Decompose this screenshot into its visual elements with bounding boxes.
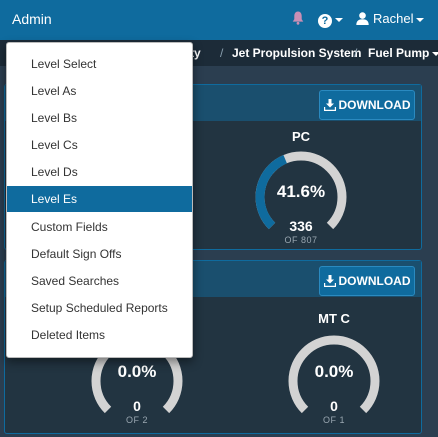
gauge-percent: 0.0% bbox=[314, 362, 354, 381]
menu-item-level-bs[interactable]: Level Bs bbox=[7, 105, 192, 131]
download-icon bbox=[323, 99, 336, 112]
menu-item-label: Default Sign Offs bbox=[31, 247, 122, 261]
menu-item-level-ds[interactable]: Level Ds bbox=[7, 159, 192, 185]
breadcrumb-item-fuel-pump[interactable]: Fuel Pump bbox=[368, 46, 438, 60]
menu-item-label: Level As bbox=[31, 84, 77, 98]
menu-item-level-as[interactable]: Level As bbox=[7, 78, 192, 104]
gauge-count: 0 bbox=[330, 398, 338, 414]
download-icon bbox=[323, 275, 336, 288]
menu-item-label: Saved Searches bbox=[31, 274, 120, 288]
user-menu[interactable]: Rachel bbox=[356, 11, 425, 26]
download-button[interactable]: DOWNLOAD bbox=[319, 90, 415, 120]
gauge-total: OF 2 bbox=[125, 415, 148, 425]
gauge-count: 336 bbox=[289, 218, 313, 234]
gauge-total: OF 1 bbox=[322, 415, 345, 425]
menu-item-level-es[interactable]: Level Es bbox=[7, 186, 192, 212]
menu-item-level-cs[interactable]: Level Cs bbox=[7, 132, 192, 158]
caret-down-icon bbox=[416, 17, 425, 22]
user-icon bbox=[356, 12, 369, 25]
user-name: Rachel bbox=[373, 11, 414, 26]
menu-item-default-sign-offs[interactable]: Default Sign Offs bbox=[7, 241, 192, 267]
menu-item-level-select[interactable]: Level Select bbox=[7, 51, 192, 77]
gauge-mt-c: MT C 0.0% 0 OF 1 bbox=[284, 311, 384, 431]
breadcrumb-separator: / bbox=[354, 46, 358, 60]
help-menu[interactable]: ? bbox=[318, 11, 343, 28]
menu-item-label: Level Ds bbox=[31, 165, 78, 179]
breadcrumb-item-jet-propulsion[interactable]: Jet Propulsion System bbox=[232, 46, 361, 60]
menu-item-label: Custom Fields bbox=[31, 220, 108, 234]
menu-item-label: Level Bs bbox=[31, 111, 78, 125]
download-label: DOWNLOAD bbox=[338, 98, 411, 112]
download-button[interactable]: DOWNLOAD bbox=[319, 266, 415, 296]
menu-item-deleted-items[interactable]: Deleted Items bbox=[7, 322, 192, 348]
gauge-percent: 0.0% bbox=[117, 362, 157, 381]
gauge-pc: PC 41.6% 336 OF 807 bbox=[251, 127, 351, 247]
admin-menu[interactable]: Admin bbox=[12, 11, 52, 27]
menu-item-label: Deleted Items bbox=[31, 328, 106, 342]
gauge-count: 0 bbox=[133, 398, 141, 414]
caret-down-icon bbox=[335, 18, 343, 23]
gauge-title: PC bbox=[291, 129, 311, 144]
menu-item-label: Level Cs bbox=[31, 138, 78, 152]
top-navbar: Admin ? Rachel bbox=[0, 0, 438, 41]
gauge-percent: 41.6% bbox=[276, 182, 326, 201]
breadcrumb-separator: / bbox=[220, 46, 224, 60]
menu-item-label: Level Select bbox=[31, 57, 97, 71]
question-circle-icon: ? bbox=[318, 14, 332, 28]
menu-item-custom-fields[interactable]: Custom Fields bbox=[7, 214, 192, 240]
caret-down-icon bbox=[432, 51, 438, 56]
gauge-total: OF 807 bbox=[284, 235, 318, 245]
menu-item-label: Setup Scheduled Reports bbox=[31, 301, 168, 315]
menu-item-label: Level Es bbox=[31, 192, 78, 206]
menu-item-setup-scheduled-reports[interactable]: Setup Scheduled Reports bbox=[7, 295, 192, 321]
bell-icon[interactable] bbox=[292, 11, 304, 25]
menu-item-saved-searches[interactable]: Saved Searches bbox=[7, 268, 192, 294]
admin-dropdown-menu: Level Select Level As Level Bs Level Cs … bbox=[6, 42, 193, 358]
download-label: DOWNLOAD bbox=[338, 274, 411, 288]
breadcrumb-item-label: Fuel Pump bbox=[368, 46, 430, 60]
gauge-title: MT C bbox=[318, 311, 350, 326]
